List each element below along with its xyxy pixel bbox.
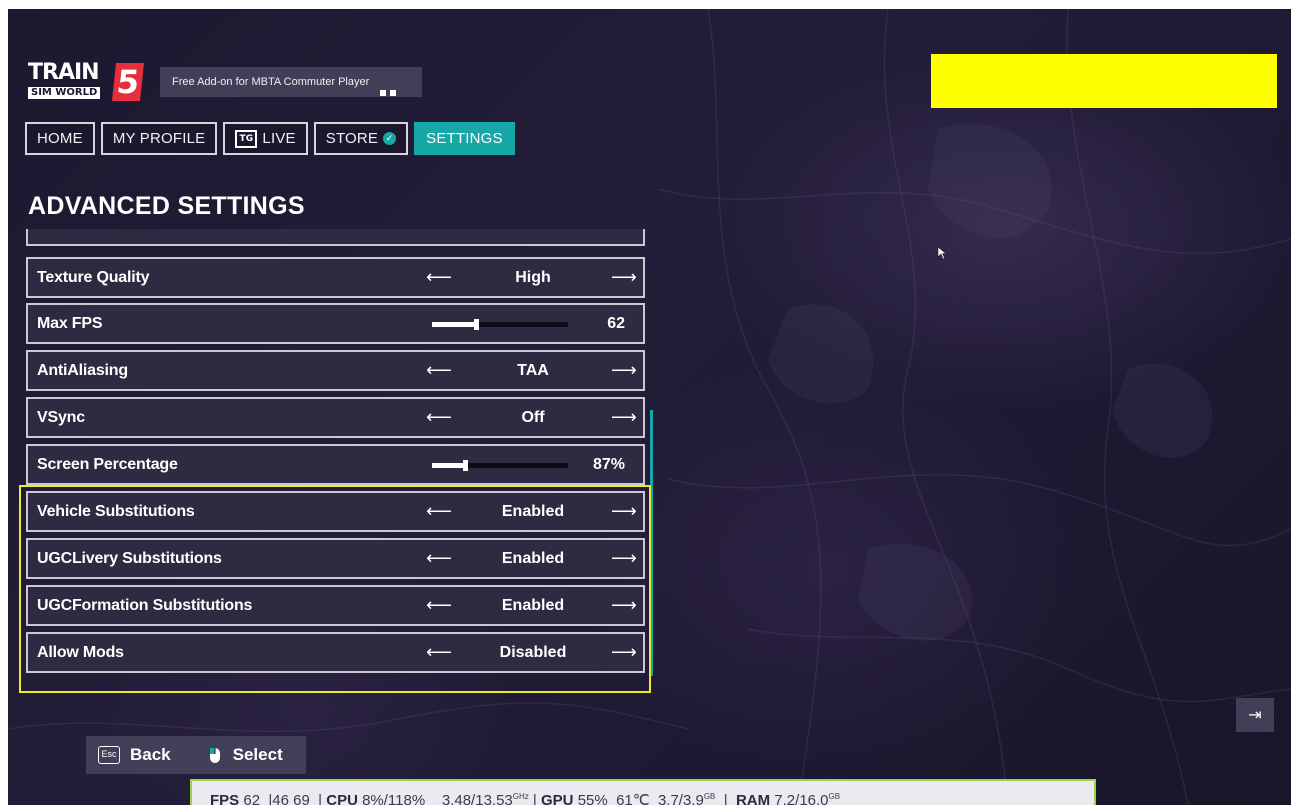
live-icon: TG	[235, 129, 258, 148]
slider-value: 87%	[592, 456, 625, 473]
performance-overlay: FPS 62 |46 69 | CPU 8%/118% 3.48/13.53GH…	[190, 779, 1096, 805]
main-nav: HOME MY PROFILE TG LIVE STORE ✓ SETTINGS	[25, 122, 515, 156]
cpu-ghz: 3.48/13.53	[441, 792, 513, 805]
tab-my-profile[interactable]: MY PROFILE	[100, 122, 218, 155]
cpu-label: CPU	[326, 792, 358, 805]
settings-row-partial[interactable]	[26, 229, 645, 246]
cpu-value: 8%/118%	[362, 792, 426, 805]
setting-label: Texture Quality	[37, 269, 150, 286]
ram-value: 7.2/16.0	[774, 792, 829, 805]
ghz-unit: GHz	[512, 792, 529, 801]
slider-track[interactable]	[432, 460, 568, 471]
fps-range: 46 69	[272, 792, 310, 805]
performance-stats: FPS 62 |46 69 | CPU 8%/118% 3.48/13.53GH…	[210, 791, 840, 805]
gpu-value: 55%	[577, 792, 608, 805]
gpu-temp: 61℃	[616, 792, 650, 805]
setting-label: Max FPS	[37, 315, 103, 332]
mouse-cursor-icon	[937, 246, 947, 260]
slider-fill	[432, 463, 466, 468]
ram-gb-unit: GB	[828, 792, 841, 801]
logo-number: 5	[112, 63, 144, 101]
setting-label: AntiAliasing	[37, 362, 128, 379]
controls-help-bar: Esc Back Select	[86, 736, 306, 774]
tab-settings-label: SETTINGS	[426, 130, 503, 147]
tab-store-label: STORE	[325, 130, 379, 147]
logo-title: TRAIN	[28, 60, 100, 85]
back-button[interactable]: Back	[130, 745, 171, 765]
slider-fill	[432, 322, 477, 327]
mouse-icon	[209, 747, 220, 763]
arrow-left-icon[interactable]: ⟵	[426, 399, 452, 436]
setting-row-vsync[interactable]: VSync ⟵ Off ⟶	[26, 397, 645, 438]
gpu-label: GPU	[541, 792, 574, 805]
page-title: ADVANCED SETTINGS	[28, 192, 305, 220]
gpu-mem: 3.7/3.9	[657, 792, 704, 805]
slider-handle[interactable]	[463, 460, 468, 471]
highlight-box	[19, 485, 651, 693]
arrow-right-icon[interactable]: ⟶	[611, 399, 637, 436]
redacted-region	[931, 54, 1277, 108]
train-sim-world-logo: TRAIN SIM WORLD 5	[28, 61, 146, 105]
select-button[interactable]: Select	[233, 745, 283, 765]
setting-row-texture-quality[interactable]: Texture Quality ⟵ High ⟶	[26, 257, 645, 298]
pagination-dots-icon	[380, 78, 400, 108]
store-badge-icon: ✓	[383, 132, 397, 145]
arrow-left-icon[interactable]: ⟵	[426, 352, 452, 389]
setting-value: TAA	[517, 362, 549, 379]
logo-subtitle: SIM WORLD	[28, 87, 101, 99]
tab-settings[interactable]: SETTINGS	[414, 122, 515, 155]
setting-row-antialiasing[interactable]: AntiAliasing ⟵ TAA ⟶	[26, 350, 645, 391]
slider-track[interactable]	[432, 319, 568, 330]
esc-key-icon: Esc	[98, 746, 120, 764]
setting-row-max-fps[interactable]: Max FPS 62	[26, 303, 645, 344]
exit-icon[interactable]: ⇥	[1236, 698, 1274, 732]
arrow-left-icon[interactable]: ⟵	[426, 259, 452, 296]
game-screen: TRAIN SIM WORLD 5 Free Add-on for MBTA C…	[8, 9, 1291, 805]
setting-label: VSync	[37, 409, 85, 426]
slider-value: 62	[607, 315, 625, 332]
setting-value: High	[515, 269, 551, 286]
setting-row-screen-percentage[interactable]: Screen Percentage 87%	[26, 444, 645, 485]
addon-notice[interactable]: Free Add-on for MBTA Commuter Player	[160, 67, 422, 97]
slider-handle[interactable]	[474, 319, 479, 330]
setting-label: Screen Percentage	[37, 456, 178, 473]
tab-my-profile-label: MY PROFILE	[112, 130, 206, 147]
tab-home-label: HOME	[37, 130, 83, 147]
ram-label: RAM	[735, 792, 771, 805]
tab-home[interactable]: HOME	[25, 122, 95, 155]
arrow-right-icon[interactable]: ⟶	[611, 352, 637, 389]
fps-label: FPS	[210, 792, 240, 805]
arrow-right-icon[interactable]: ⟶	[611, 259, 637, 296]
gpu-gb-unit: GB	[703, 792, 716, 801]
tab-live-label: LIVE	[262, 130, 296, 147]
addon-notice-text: Free Add-on for MBTA Commuter Player	[172, 76, 370, 88]
setting-value: Off	[521, 409, 545, 426]
tab-store[interactable]: STORE ✓	[313, 122, 409, 155]
fps-value: 62	[243, 792, 261, 805]
tab-live[interactable]: TG LIVE	[223, 122, 308, 155]
